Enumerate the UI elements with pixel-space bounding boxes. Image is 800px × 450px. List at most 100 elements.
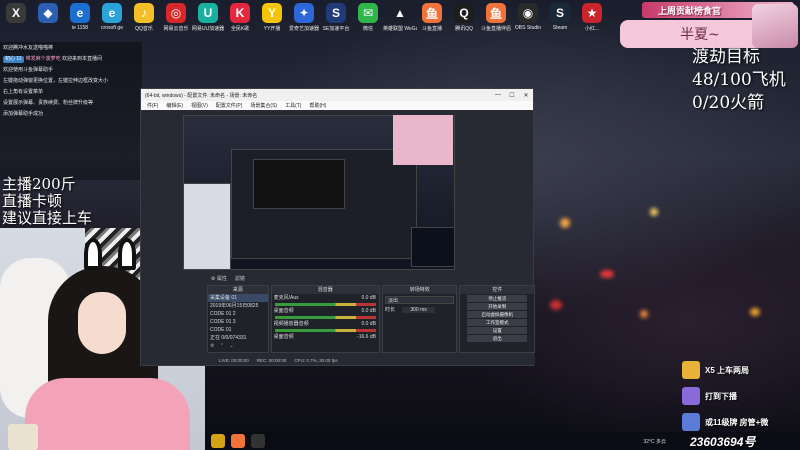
transitions-header: 转场特效 <box>382 286 457 294</box>
desktop-icon[interactable]: K 全民K歌 <box>224 0 256 40</box>
volume-meter[interactable] <box>274 329 376 332</box>
chat-text: 添加弹幕助手成功 <box>3 111 44 117</box>
menu-item[interactable]: 编辑(E) <box>166 102 183 109</box>
mixer-channel: 桌面音频 -16.6 dB <box>272 333 379 341</box>
gear-icon[interactable]: ⚙ <box>210 343 214 349</box>
transition-type: 淡出 <box>387 298 398 304</box>
minimize-button[interactable]: — <box>491 92 505 99</box>
desktop-icon[interactable]: ◎ 网易云音乐 <box>160 0 192 40</box>
app-icon: ✦ <box>294 3 314 23</box>
chat-message: 左键拖动弹窗更换位置，左键拉伸边框改变大小 <box>3 78 139 85</box>
douyu-taskbar-icon[interactable] <box>231 434 245 448</box>
source-item[interactable]: CODE 01 3 <box>208 318 268 326</box>
obs-preview[interactable] <box>183 115 455 270</box>
nested-obs-window-2 <box>253 159 345 209</box>
notice-line: 主播200斤 <box>2 175 76 193</box>
menu-item[interactable]: 工具(T) <box>285 102 301 109</box>
transition-select[interactable]: 淡出 <box>384 296 455 304</box>
desktop-icon[interactable]: ★ 小红... <box>576 0 608 40</box>
nested-cam <box>183 183 231 270</box>
desktop-icon[interactable]: 鱼斗鱼直播伴侣 <box>480 0 512 40</box>
chat-text: 欢迎使用斗鱼弹幕助手 <box>3 67 54 73</box>
app-icon: ♪ <box>134 3 154 23</box>
menu-item[interactable]: 帮助(H) <box>309 102 326 109</box>
anime-avatar <box>752 4 798 48</box>
desktop-icon[interactable]: S SE加速平台 <box>320 0 352 40</box>
app-icon: Q <box>454 3 474 23</box>
chevron-down-icon[interactable]: ⌄ <box>229 343 233 349</box>
obs-window[interactable]: (64-bit, windows) - 配置文件: 未命名 - 场景: 未命名 … <box>140 88 535 366</box>
gift-icon <box>682 413 700 431</box>
desktop-icon-label: 腾讯QQ <box>455 26 473 32</box>
obs-taskbar-icon[interactable] <box>251 434 265 448</box>
chevron-up-icon[interactable]: ⌃ <box>220 343 224 349</box>
desktop-icon[interactable]: ♪ QQ音乐 <box>128 0 160 40</box>
streamer-name: 半夏~ <box>680 27 720 43</box>
desktop-icon[interactable]: S Steam <box>544 0 576 40</box>
notice-line: 建议直接上车 <box>2 209 93 227</box>
obs-titlebar[interactable]: (64-bit, windows) - 配置文件: 未命名 - 场景: 未命名 … <box>141 89 533 101</box>
streamer-face <box>78 292 126 354</box>
control-button[interactable]: 开始录制 <box>467 303 528 310</box>
source-item[interactable]: 正在 0/0/074331 <box>208 334 268 342</box>
desktop-icon[interactable]: ✦ 爱奇艺加速器 <box>288 0 320 40</box>
nested-rules-panel <box>411 227 455 267</box>
app-icon: ▲ <box>390 3 410 23</box>
desktop-icon-label: 斗鱼直播 <box>421 26 442 32</box>
source-item[interactable]: CODE 01 2 <box>208 310 268 318</box>
mixer-channel: 视频播放器音频 0.0 dB <box>272 320 379 332</box>
fan-badge: 初心 11 <box>3 56 24 63</box>
weather-widget[interactable]: 32°C 多云 <box>643 438 666 445</box>
chat-message: 添加弹幕助手成功 <box>3 111 139 118</box>
menu-item[interactable]: 件(F) <box>147 102 158 109</box>
source-item[interactable]: CODE 01 <box>208 326 268 334</box>
volume-meter[interactable] <box>274 316 376 319</box>
control-button[interactable]: 工作室模式 <box>467 319 528 326</box>
volume-meter[interactable] <box>274 303 376 306</box>
maximize-button[interactable]: ☐ <box>505 92 519 99</box>
menu-item[interactable]: 视图(V) <box>191 102 208 109</box>
filters-button[interactable]: 滤镜 <box>235 275 245 282</box>
properties-button[interactable]: ⚙ 属性 <box>211 275 227 282</box>
app-icon: S <box>326 3 346 23</box>
app-icon: ◆ <box>38 3 58 23</box>
close-button[interactable]: ✕ <box>519 92 533 99</box>
desktop-icon[interactable]: ✉ 微信 <box>352 0 384 40</box>
chrome-taskbar-icon[interactable] <box>211 434 225 448</box>
app-icon: ◉ <box>518 3 538 23</box>
desktop-icon[interactable]: X <box>0 0 32 40</box>
source-item[interactable]: 采集设备 01 <box>208 294 268 302</box>
transitions-panel: 转场特效 淡出 时长 300 ms <box>381 285 458 353</box>
desktop-icon[interactable]: U 网易UU加速器 <box>192 0 224 40</box>
app-icon: 鱼 <box>486 3 506 23</box>
desktop-icon[interactable]: ◉ OBS Studio <box>512 0 544 40</box>
duration-input[interactable]: 300 ms <box>402 307 435 313</box>
city-light <box>640 310 648 318</box>
mixer-channel-header: 桌面音频 0.0 dB <box>272 307 379 315</box>
desktop-icon[interactable]: 鱼斗鱼直播 <box>416 0 448 40</box>
desktop-icon[interactable]: Q 腾讯QQ <box>448 0 480 40</box>
desktop-icon[interactable]: ▲ 英雄联盟 WeGame平台 <box>383 0 417 40</box>
desktop-icon[interactable]: Y YY开播 <box>256 0 288 40</box>
control-button[interactable]: 启动虚拟摄像机 <box>467 311 528 318</box>
desktop-icon[interactable]: e ie 1158 <box>64 0 96 40</box>
source-item[interactable]: 2019年06月15日0825 <box>208 302 268 310</box>
streamer-notice: 主播200斤 直播卡顿 建议直接上车 <box>2 176 92 227</box>
menu-item[interactable]: 配置文件(P) <box>216 102 243 109</box>
desktop-icon[interactable]: e crosoft ge <box>96 0 128 40</box>
control-button[interactable]: 设置 <box>467 327 528 334</box>
nested-overlay-panel <box>393 115 453 165</box>
sources-header: 来源 <box>208 286 268 294</box>
desktop-icon[interactable]: ◆ <box>32 0 64 40</box>
obs-menubar: 件(F) 编辑(E) 视图(V) 配置文件(P) 场景集合(S) 工具(T) 帮助(H) <box>141 101 533 110</box>
desktop-icon-label: Steam <box>552 25 568 31</box>
mixer-channel-db: 0.0 dB <box>361 295 376 301</box>
rule-text: X5 上车两局 <box>705 365 750 375</box>
control-button[interactable]: 停止推流 <box>467 295 528 302</box>
desktop-icon-label: crosoft ge <box>101 25 123 31</box>
sources-toolbar: ⚙ ⌃ ⌄ <box>208 342 268 350</box>
control-button[interactable]: 退出 <box>467 335 528 342</box>
menu-item[interactable]: 场景集合(S) <box>250 102 277 109</box>
chat-username: 带发麻个菠萝吃 <box>25 56 61 62</box>
mixer-channel-db: 0.0 dB <box>361 321 376 327</box>
